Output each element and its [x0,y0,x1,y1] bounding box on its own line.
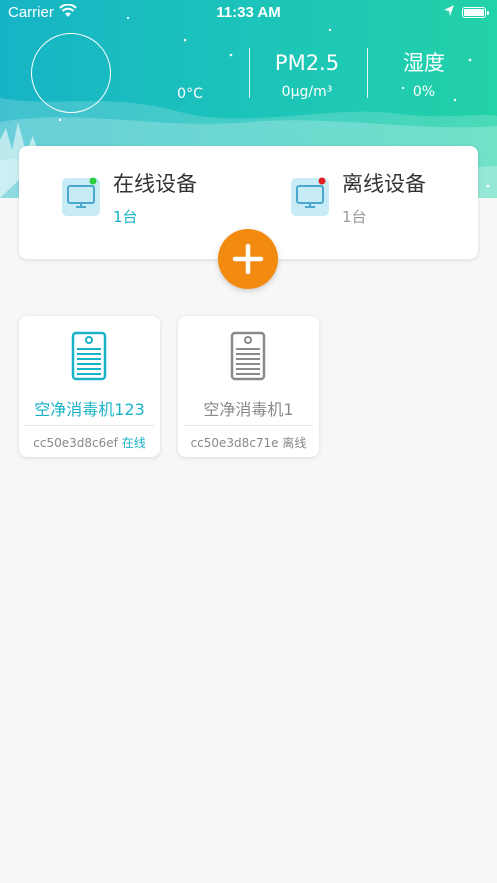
device-id: cc50e3d8c6ef [33,436,118,450]
divider [184,425,313,426]
location-arrow-icon [443,4,455,22]
device-card[interactable]: 空净消毒机123 cc50e3d8c6ef 在线 [19,316,160,457]
humidity-label: 湿度 [403,51,445,75]
device-name: 空净消毒机1 [203,400,294,419]
device-status: 离线 [282,436,307,450]
divider [367,48,368,98]
divider [249,48,250,98]
pm25-value: 0μg/m³ [281,84,333,100]
divider [25,425,154,426]
offline-devices-summary[interactable]: 离线设备 1台 [290,146,470,259]
clock: 11:33 AM [216,4,281,21]
device-id: cc50e3d8c71e [190,436,279,450]
monitor-online-icon [61,177,101,221]
online-devices-summary[interactable]: 在线设备 1台 [61,146,241,259]
online-devices-count: 1台 [113,208,138,226]
add-device-button[interactable] [218,229,278,289]
pm25-stat: PM2.5 0μg/m³ [252,50,362,101]
offline-devices-title: 离线设备 [342,172,426,196]
device-meta: cc50e3d8c6ef 在线 [19,434,160,451]
device-name: 空净消毒机123 [34,400,145,419]
pm25-label: PM2.5 [274,51,340,75]
temperature-stat: 0°C [150,78,230,103]
device-meta: cc50e3d8c71e 离线 [178,434,319,451]
device-status: 在线 [121,436,146,450]
weather-ring [31,33,111,113]
status-bar: Carrier 11:33 AM [0,0,497,26]
humidity-value: 0% [412,84,436,100]
battery-icon [462,7,489,18]
online-devices-title: 在线设备 [113,172,197,196]
air-purifier-icon [71,331,107,385]
offline-devices-count: 1台 [342,208,367,226]
temperature-value: 0°C [177,86,203,102]
air-purifier-icon [230,331,266,385]
plus-icon [232,243,264,275]
device-card[interactable]: 空净消毒机1 cc50e3d8c71e 离线 [178,316,319,457]
humidity-stat: 湿度 0% [370,50,478,101]
monitor-offline-icon [290,177,330,221]
